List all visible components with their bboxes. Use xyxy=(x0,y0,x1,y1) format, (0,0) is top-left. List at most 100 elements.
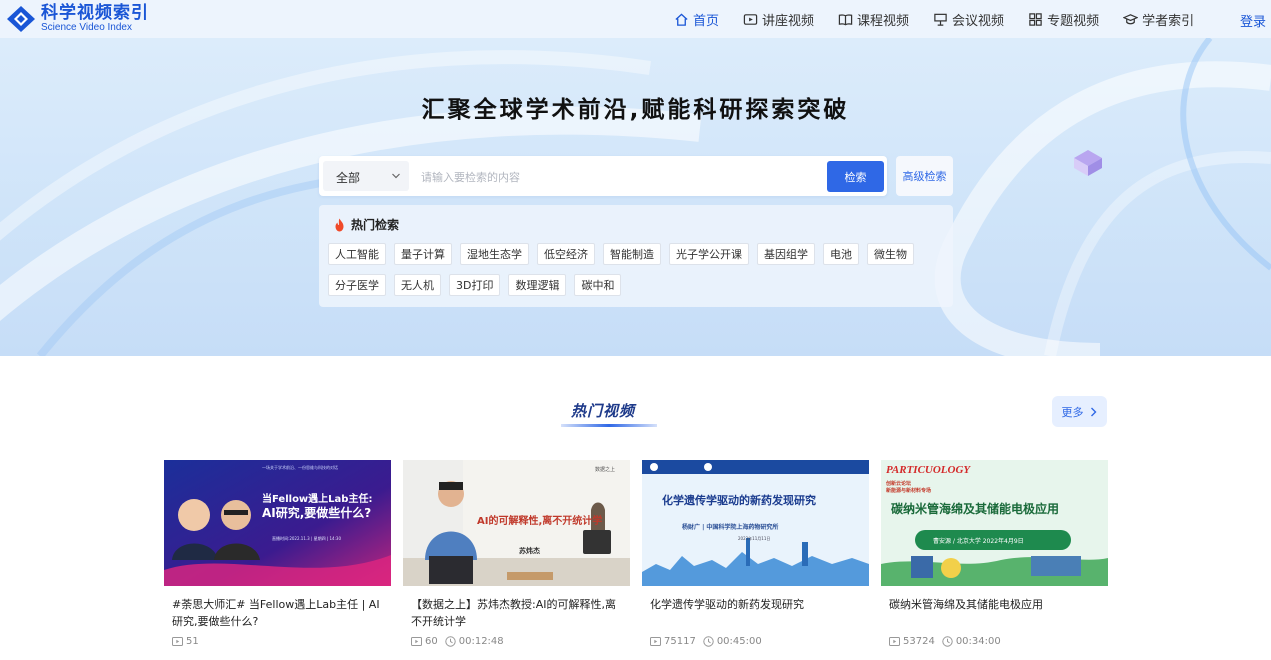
search-scope-select[interactable]: 全部 xyxy=(323,161,409,191)
view-count-value: 75117 xyxy=(664,636,696,647)
thumb-speaker-name: 苏炜杰 xyxy=(519,547,540,555)
video-thumbnail[interactable]: 化学遗传学驱动的新药发现研究 杨财广 | 中国科学院上海药物研究所 2023年1… xyxy=(642,460,869,586)
hot-tag[interactable]: 基因组学 xyxy=(757,243,815,265)
hot-search-panel: 热门检索 人工智能 量子计算 湿地生态学 低空经济 智能制造 光子学公开课 基因… xyxy=(319,205,953,307)
thumb-headline-2: AI研究,要做些什么? xyxy=(262,506,372,520)
hot-tag[interactable]: 电池 xyxy=(823,243,859,265)
duration: 00:12:48 xyxy=(445,636,504,647)
hot-tag[interactable]: 人工智能 xyxy=(328,243,386,265)
thumb-series-2: 新能源与新材料专场 xyxy=(886,488,932,494)
hot-tag[interactable]: 量子计算 xyxy=(394,243,452,265)
hot-tag[interactable]: 湿地生态学 xyxy=(460,243,529,265)
video-thumbnail[interactable]: 一场关于学术前沿、一份思维与科技的对话 当Fellow遇上Lab主任: AI研究… xyxy=(164,460,391,586)
thumb-headline: 碳纳米管海绵及其储能电极应用 xyxy=(891,502,1060,516)
video-meta: 53724 00:34:00 xyxy=(889,636,1100,647)
thumb-series-1: 创新云论坛 xyxy=(886,481,912,487)
view-count-value: 60 xyxy=(425,636,438,647)
logo-subtitle: Science Video Index xyxy=(41,22,132,33)
thumb-top-note: 一场关于学术前沿、一份思维与科技的对话 xyxy=(262,465,338,470)
nav-home-label: 首页 xyxy=(693,13,720,29)
video-meta: 51 xyxy=(172,636,383,647)
nav-course-videos[interactable]: 课程视频 xyxy=(838,10,909,29)
hot-tag[interactable]: 低空经济 xyxy=(537,243,595,265)
home-icon xyxy=(675,12,688,26)
hot-tag[interactable]: 数理逻辑 xyxy=(508,274,567,296)
video-title[interactable]: 【数据之上】苏炜杰教授:AI的可解释性,离不开统计学 xyxy=(411,596,622,630)
fire-icon xyxy=(335,218,344,231)
chevron-right-icon xyxy=(1090,407,1096,416)
video-title[interactable]: 化学遗传学驱动的新药发现研究 xyxy=(650,596,861,630)
logo-title: 科学视频索引 xyxy=(41,3,149,23)
nav-home[interactable]: 首页 xyxy=(674,10,719,29)
video-card[interactable]: 数据之上 AI的可解释性,离不开统计学 苏炜杰 【数据之上】苏炜杰教授:AI的可… xyxy=(403,460,630,660)
nav-lecture-videos[interactable]: 讲座视频 xyxy=(743,10,814,29)
nav-scholar-index[interactable]: 学者索引 xyxy=(1123,10,1194,29)
hot-search-title: 热门检索 xyxy=(351,218,400,232)
video-meta: 60 00:12:48 xyxy=(411,636,622,647)
hot-tag[interactable]: 3D打印 xyxy=(449,274,501,296)
more-label: 更多 xyxy=(1061,405,1084,419)
nav-lecture-label: 讲座视频 xyxy=(762,13,815,29)
video-title[interactable]: 碳纳米管海绵及其储能电极应用 xyxy=(889,596,1100,630)
nav-topic-label: 专题视频 xyxy=(1047,13,1100,29)
video-card[interactable]: 一场关于学术前沿、一份思维与科技的对话 当Fellow遇上Lab主任: AI研究… xyxy=(164,460,391,660)
video-thumbnail[interactable]: PARTICUOLOGY 创新云论坛 新能源与新材料专场 碳纳米管海绵及其储能电… xyxy=(881,460,1108,586)
thumb-journal: PARTICUOLOGY xyxy=(886,464,971,476)
thumb-headline: AI的可解释性,离不开统计学 xyxy=(477,516,603,527)
nav-course-label: 课程视频 xyxy=(857,13,910,29)
nav-scholar-label: 学者索引 xyxy=(1142,13,1195,29)
more-button[interactable]: 更多 xyxy=(1052,396,1107,427)
hot-tag[interactable]: 光子学公开课 xyxy=(669,243,749,265)
clock-icon xyxy=(703,636,714,647)
advanced-search-button[interactable]: 高级检索 xyxy=(896,156,953,196)
view-count-value: 53724 xyxy=(903,636,935,647)
video-meta: 75117 00:45:00 xyxy=(650,636,861,647)
search-input[interactable] xyxy=(419,165,813,189)
hot-videos-title: 热门视频 xyxy=(571,402,636,420)
hot-tag[interactable]: 碳中和 xyxy=(574,274,622,296)
hot-tag[interactable]: 智能制造 xyxy=(603,243,661,265)
video-card[interactable]: PARTICUOLOGY 创新云论坛 新能源与新材料专场 碳纳米管海绵及其储能电… xyxy=(881,460,1108,660)
nav-conference-videos[interactable]: 会议视频 xyxy=(933,10,1004,29)
view-count: 51 xyxy=(172,636,199,647)
search-button[interactable]: 检索 xyxy=(827,161,884,192)
nav-conference-label: 会议视频 xyxy=(952,13,1005,29)
video-card[interactable]: 化学遗传学驱动的新药发现研究 杨财广 | 中国科学院上海药物研究所 2023年1… xyxy=(642,460,869,660)
thumb-time-note: 直播时间:2022.11.3 | 星期四 | 14:30 xyxy=(272,536,342,541)
thumb-headline-1: 当Fellow遇上Lab主任: xyxy=(262,494,373,505)
book-icon xyxy=(838,13,853,25)
hot-tags-row-1: 人工智能 量子计算 湿地生态学 低空经济 智能制造 光子学公开课 基因组学 电池… xyxy=(328,243,922,265)
play-count-icon xyxy=(650,637,661,646)
video-thumbnail[interactable]: 数据之上 AI的可解释性,离不开统计学 苏炜杰 xyxy=(403,460,630,586)
play-icon xyxy=(743,13,758,25)
thumb-brand: 数据之上 xyxy=(595,467,616,473)
logo-diamond-icon xyxy=(7,6,35,32)
hero-title: 汇聚全球学术前沿,赋能科研探索突破 xyxy=(421,97,850,123)
nav-topic-videos[interactable]: 专题视频 xyxy=(1028,10,1099,29)
grid-icon xyxy=(1029,12,1042,26)
hot-tag[interactable]: 无人机 xyxy=(394,274,441,296)
thumb-subtitle: 杨财广 | 中国科学院上海药物研究所 xyxy=(682,524,779,531)
view-count-value: 51 xyxy=(186,636,199,647)
duration: 00:34:00 xyxy=(942,636,1001,647)
play-count-icon xyxy=(889,637,900,646)
hot-videos-heading: 热门视频 xyxy=(561,396,657,428)
site-logo[interactable]: 科学视频索引 Science Video Index xyxy=(6,5,149,33)
video-title[interactable]: #荼思大师汇# 当Fellow遇上Lab主任 | AI研究,要做些什么? xyxy=(172,596,383,630)
thumb-speaker: 曹安源 / 北京大学 2022年4月9日 xyxy=(933,538,1024,545)
main-nav: 首页 讲座视频 课程视频 会议视频 专题视频 学者索引 xyxy=(674,0,1218,38)
search-scope-value: 全部 xyxy=(336,171,361,185)
video-card-list: 一场关于学术前沿、一份思维与科技的对话 当Fellow遇上Lab主任: AI研究… xyxy=(164,460,1120,660)
thumb-date: 2023年11月11日 xyxy=(738,536,771,541)
podium-icon xyxy=(934,13,947,26)
hero-background-waves xyxy=(0,38,1271,356)
hot-tag[interactable]: 分子医学 xyxy=(328,274,386,296)
decorative-cube-icon xyxy=(1074,150,1102,176)
hot-tag[interactable]: 微生物 xyxy=(867,243,914,265)
login-link[interactable]: 登录 xyxy=(1240,11,1266,30)
thumb-headline: 化学遗传学驱动的新药发现研究 xyxy=(662,494,816,507)
duration: 00:45:00 xyxy=(703,636,762,647)
play-count-icon xyxy=(411,637,422,646)
view-count: 53724 xyxy=(889,636,935,647)
search-bar: 全部 检索 xyxy=(319,156,887,196)
